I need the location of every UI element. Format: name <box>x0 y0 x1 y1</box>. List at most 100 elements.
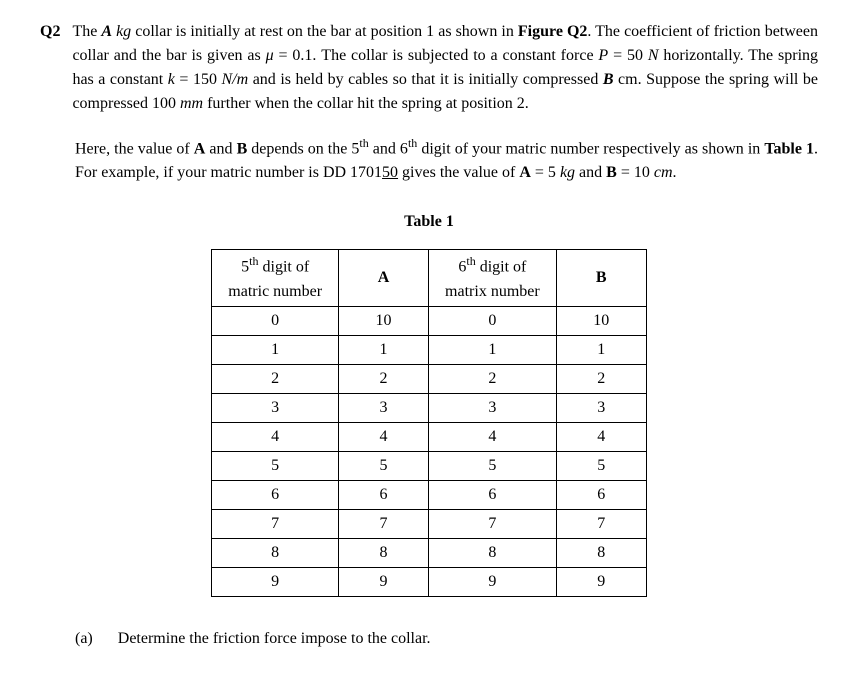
table-row: 1111 <box>212 335 646 364</box>
unit-cm: cm <box>654 164 673 181</box>
text: = 150 <box>175 71 222 88</box>
text: . <box>673 164 677 181</box>
table-cell: 3 <box>212 393 339 422</box>
unit-nm: N/m <box>222 71 249 88</box>
table-cell: 8 <box>556 538 646 567</box>
table-cell: 2 <box>429 364 557 393</box>
unit-kg: kg <box>560 164 575 181</box>
table-cell: 6 <box>212 480 339 509</box>
table-cell: 4 <box>339 422 429 451</box>
text: = 50 <box>608 47 648 64</box>
table-cell: 7 <box>339 509 429 538</box>
table-cell: 8 <box>429 538 557 567</box>
text: = 0.1. The collar is subjected to a cons… <box>274 47 599 64</box>
header-b: B <box>556 250 646 306</box>
table-header-row: 5th digit ofmatric number A 6th digit of… <box>212 250 646 306</box>
sub-question-label: (a) <box>75 627 93 651</box>
question-block: Q2 The A kg collar is initially at rest … <box>40 20 818 116</box>
table-cell: 3 <box>339 393 429 422</box>
table-cell: 1 <box>429 335 557 364</box>
var-a-eq: A <box>519 164 531 181</box>
table-cell: 5 <box>429 451 557 480</box>
table-row: 5555 <box>212 451 646 480</box>
var-mu: μ <box>266 47 274 64</box>
var-a-bold: A <box>194 140 206 157</box>
table-cell: 2 <box>556 364 646 393</box>
text: The <box>72 23 101 40</box>
table-cell: 0 <box>212 306 339 335</box>
var-a: A <box>101 23 112 40</box>
table-cell: 0 <box>429 306 557 335</box>
table-cell: 9 <box>429 567 557 596</box>
table-row: 7777 <box>212 509 646 538</box>
text: and 6 <box>369 140 408 157</box>
table-cell: 4 <box>556 422 646 451</box>
table-cell: 7 <box>212 509 339 538</box>
text: and is held by cables so that it is init… <box>248 71 603 88</box>
text: Here, the value of <box>75 140 194 157</box>
text: and <box>205 140 236 157</box>
table-cell: 6 <box>556 480 646 509</box>
table-cell: 7 <box>429 509 557 538</box>
table-ref: Table 1 <box>764 140 814 157</box>
underline-digits: 50 <box>382 164 398 181</box>
header-a: A <box>339 250 429 306</box>
table-cell: 6 <box>429 480 557 509</box>
table-cell: 3 <box>556 393 646 422</box>
table-cell: 9 <box>339 567 429 596</box>
question-label: Q2 <box>40 20 60 116</box>
text: further when the collar hit the spring a… <box>203 95 529 112</box>
header-digit5: 5th digit ofmatric number <box>212 250 339 306</box>
table-cell: 8 <box>212 538 339 567</box>
table-row: 2222 <box>212 364 646 393</box>
table-cell: 2 <box>339 364 429 393</box>
table-cell: 10 <box>556 306 646 335</box>
lookup-table: 5th digit ofmatric number A 6th digit of… <box>211 249 646 596</box>
figure-ref: Figure Q2 <box>518 23 588 40</box>
text: digit of your matric number respectively… <box>417 140 764 157</box>
text: collar is initially at rest on the bar a… <box>131 23 518 40</box>
table-row: 6666 <box>212 480 646 509</box>
text: = 5 <box>531 164 560 181</box>
table-cell: 9 <box>212 567 339 596</box>
table-cell: 8 <box>339 538 429 567</box>
text: gives the value of <box>398 164 519 181</box>
var-k: k <box>168 71 175 88</box>
table-row: 9999 <box>212 567 646 596</box>
table-row: 4444 <box>212 422 646 451</box>
sub-question-text: Determine the friction force impose to t… <box>118 627 431 651</box>
table-cell: 9 <box>556 567 646 596</box>
paragraph-2: Here, the value of A and B depends on th… <box>75 134 818 185</box>
table-title: Table 1 <box>40 210 818 234</box>
table-cell: 5 <box>212 451 339 480</box>
table-cell: 6 <box>339 480 429 509</box>
table-cell: 1 <box>212 335 339 364</box>
unit-kg: kg <box>112 23 131 40</box>
text: depends on the 5 <box>247 140 359 157</box>
var-b-bold: B <box>237 140 248 157</box>
text: and <box>575 164 606 181</box>
text: = 10 <box>617 164 654 181</box>
table-cell: 1 <box>339 335 429 364</box>
table-row: 3333 <box>212 393 646 422</box>
table-cell: 4 <box>212 422 339 451</box>
table-cell: 5 <box>339 451 429 480</box>
table-cell: 3 <box>429 393 557 422</box>
table-row: 8888 <box>212 538 646 567</box>
header-digit6: 6th digit ofmatrix number <box>429 250 557 306</box>
table-cell: 1 <box>556 335 646 364</box>
superscript: th <box>408 136 417 150</box>
var-b-eq: B <box>606 164 617 181</box>
var-p: P <box>598 47 608 64</box>
sub-question: (a) Determine the friction force impose … <box>75 627 818 651</box>
table-cell: 4 <box>429 422 557 451</box>
table-cell: 7 <box>556 509 646 538</box>
var-b: B <box>603 71 614 88</box>
table-cell: 2 <box>212 364 339 393</box>
question-body: The A kg collar is initially at rest on … <box>72 20 818 116</box>
table-row: 010010 <box>212 306 646 335</box>
table-cell: 5 <box>556 451 646 480</box>
superscript: th <box>359 136 368 150</box>
unit-mm: mm <box>180 95 203 112</box>
unit-n: N <box>648 47 664 64</box>
